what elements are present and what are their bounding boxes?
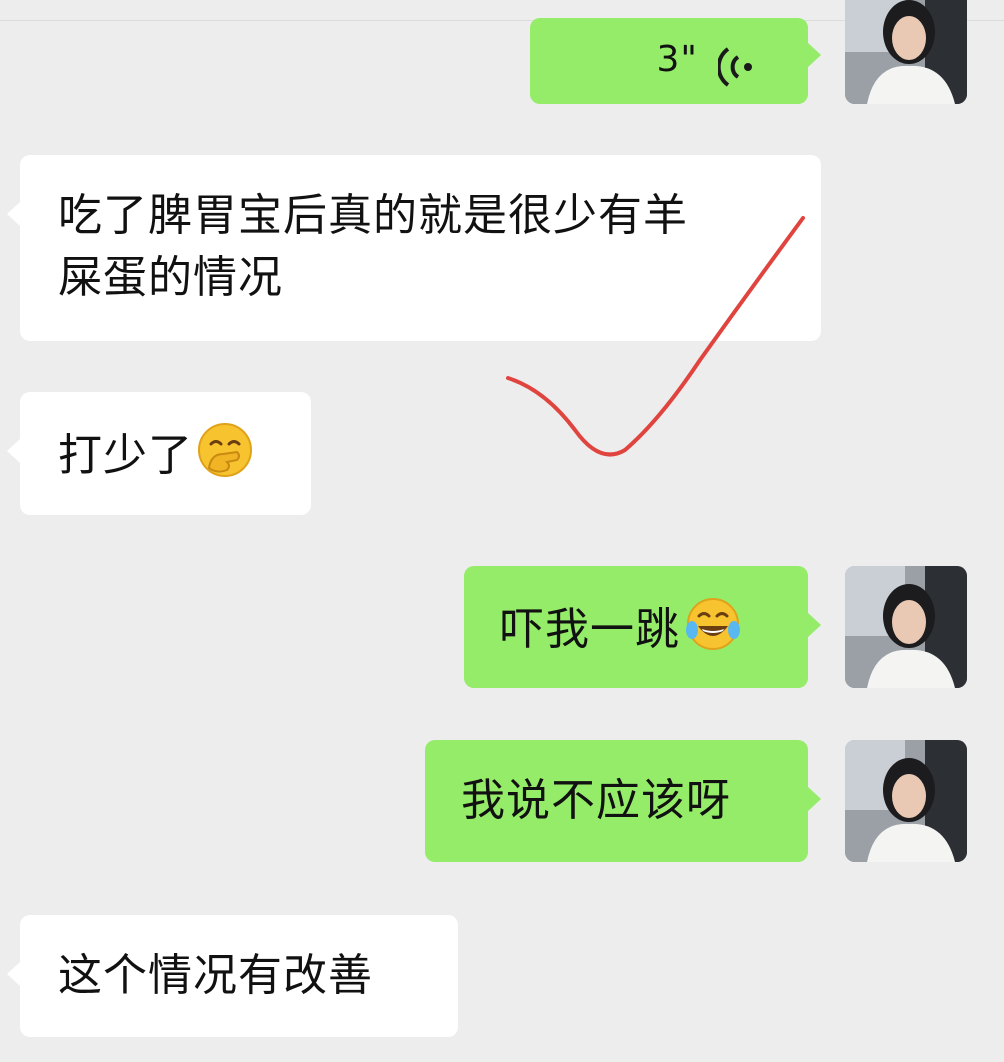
- message-text-line: 吃了脾胃宝后真的就是很少有羊: [58, 190, 688, 241]
- bubble-tail: [807, 42, 821, 68]
- bubble-tail: [807, 786, 821, 812]
- voice-message-bubble[interactable]: 3": [530, 18, 821, 104]
- bubble-tail: [7, 201, 21, 227]
- incoming-message-bubble[interactable]: 吃了脾胃宝后真的就是很少有羊 屎蛋的情况: [7, 155, 821, 341]
- tears-of-joy-emoji-icon: [684, 596, 742, 669]
- incoming-message-bubble[interactable]: 打少了: [7, 392, 311, 515]
- bubble-tail: [7, 438, 21, 464]
- message-text: 打少了: [58, 430, 193, 481]
- outgoing-message-bubble[interactable]: 我说不应该呀: [425, 740, 821, 862]
- avatar[interactable]: [845, 740, 967, 862]
- message-text: 我说不应该呀: [461, 775, 731, 826]
- message-text-line: 屎蛋的情况: [58, 252, 283, 303]
- incoming-message-bubble[interactable]: 这个情况有改善: [7, 915, 458, 1037]
- voice-wave-icon: [716, 42, 758, 104]
- message-text: 这个情况有改善: [58, 950, 373, 1001]
- avatar[interactable]: [845, 566, 967, 688]
- message-text: 吓我一跳: [500, 604, 680, 655]
- voice-duration: 3": [656, 39, 698, 80]
- hand-over-mouth-emoji-icon: [197, 422, 253, 495]
- bubble-tail: [807, 612, 821, 638]
- chat-screen: 3" 吃了脾胃宝后真的就是很少有羊 屎蛋的情况 打少了 吓我一跳 我说不应该呀 …: [0, 0, 1004, 1062]
- outgoing-message-bubble[interactable]: 吓我一跳: [464, 566, 821, 688]
- avatar[interactable]: [845, 0, 967, 104]
- bubble-tail: [7, 961, 21, 987]
